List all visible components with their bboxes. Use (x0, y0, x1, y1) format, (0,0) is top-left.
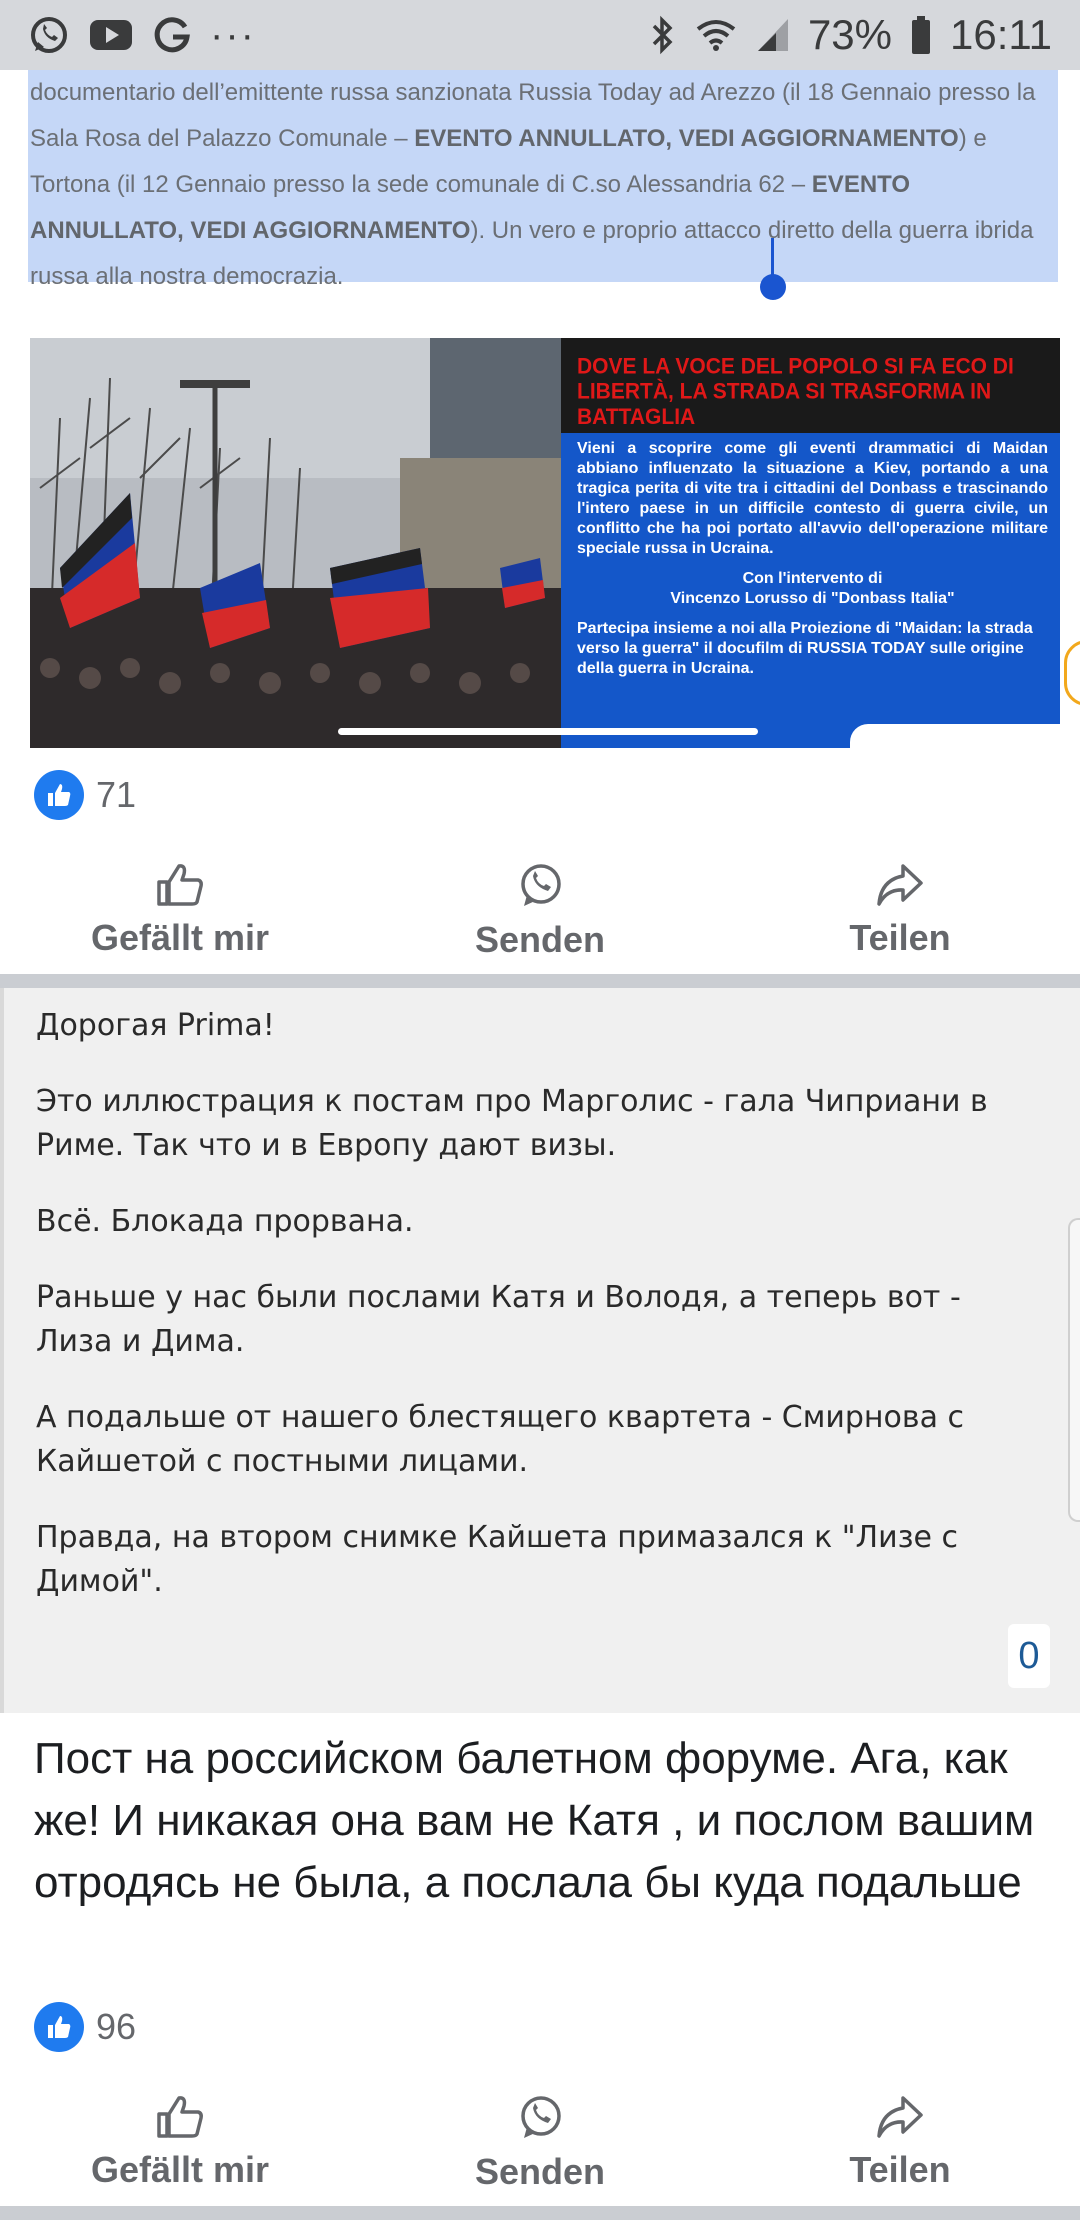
signal-icon (756, 17, 790, 53)
flyer-text: Vieni a scoprire come gli eventi drammat… (577, 440, 1048, 557)
send-button[interactable]: Senden (420, 862, 660, 961)
flyer-speaker: Con l'intervento di Vincenzo Lorusso di … (670, 570, 955, 607)
flyer-body: Vieni a scoprire come gli eventi drammat… (561, 433, 1060, 748)
status-bar: ··· 73% 16:11 (0, 0, 1080, 70)
whatsapp-icon (516, 2094, 564, 2147)
rally-photo (30, 338, 561, 748)
thumbs-up-icon (155, 862, 205, 913)
share-icon (875, 2094, 925, 2145)
like-reaction-icon (34, 770, 84, 820)
bluetooth-icon (650, 15, 676, 55)
whatsapp-icon (516, 862, 564, 915)
flyer-invite: Partecipa insieme a noi alla Proiezione … (577, 620, 1033, 677)
forum-paragraph: Всё. Блокада прорвана. (36, 1204, 414, 1239)
post-action-bar: Gefällt mir Senden Teilen (0, 862, 1080, 972)
battery-icon (910, 15, 932, 55)
forum-reply-count: 0 (1008, 1624, 1050, 1688)
forum-post-text: Дорогая Prima! Это иллюстрация к постам … (36, 988, 1026, 1636)
like-reaction-icon (34, 2002, 84, 2052)
share-button[interactable]: Teilen (780, 2094, 1020, 2191)
like-button[interactable]: Gefällt mir (60, 862, 300, 959)
share-label: Teilen (849, 917, 951, 958)
post-divider (0, 974, 1080, 988)
forum-paragraph: Правда, на втором снимке Кайшета примаза… (36, 1520, 959, 1599)
share-label: Teilen (849, 2149, 951, 2190)
like-count: 71 (96, 774, 137, 815)
like-label: Gefällt mir (90, 2149, 270, 2190)
reaction-summary[interactable]: 96 (34, 2002, 136, 2052)
post-divider (0, 2206, 1080, 2220)
like-count: 96 (96, 2006, 137, 2047)
youtube-icon (88, 17, 134, 53)
thumbs-up-icon (155, 2094, 205, 2145)
status-bar-right: 73% 16:11 (650, 11, 1052, 59)
share-icon (875, 862, 925, 913)
post-image[interactable]: DOVE LA VOCE DEL POPOLO SI FA ECO DI LIB… (30, 338, 1060, 748)
like-button[interactable]: Gefällt mir (60, 2094, 300, 2191)
wifi-icon (694, 17, 738, 53)
article-segment-bold: EVENTO ANNULLATO, VEDI AGGIORNAMENTO (414, 125, 959, 152)
forum-paragraph: Дорогая Prima! (36, 1008, 275, 1043)
like-label: Gefällt mir (90, 917, 270, 958)
reaction-summary[interactable]: 71 (34, 770, 136, 820)
whatsapp-icon (28, 14, 70, 56)
forum-paragraph: Это иллюстрация к постам про Марголис - … (36, 1084, 988, 1163)
post-caption: Пост на российском балетном форуме. Ага,… (34, 1734, 1035, 1907)
shared-article-text[interactable]: documentario dell’emittente russa sanzio… (0, 70, 1080, 300)
send-label: Senden (474, 2151, 606, 2192)
article-paragraph[interactable]: documentario dell’emittente russa sanzio… (30, 70, 1050, 300)
forum-paragraph: А подальше от нашего блестящего квартета… (36, 1400, 964, 1479)
forum-screenshot[interactable]: Дорогая Prima! Это иллюстрация к постам … (0, 988, 1080, 1713)
edge-floating-button[interactable] (1064, 640, 1080, 706)
forum-paragraph: Раньше у нас были послами Катя и Володя,… (36, 1280, 961, 1359)
status-bar-left: ··· (28, 13, 256, 58)
selection-handle[interactable] (760, 274, 786, 300)
image-corner-overlay (850, 724, 1060, 748)
battery-percent: 73% (807, 11, 892, 58)
more-icon: ··· (210, 12, 256, 57)
share-button[interactable]: Teilen (780, 862, 1020, 959)
google-icon (152, 15, 192, 55)
flyer-headline: DOVE LA VOCE DEL POPOLO SI FA ECO DI LIB… (561, 338, 1060, 436)
image-scroll-indicator (338, 728, 758, 735)
post-action-bar: Gefällt mir Senden Teilen (0, 2094, 1080, 2204)
forum-scroll-tab[interactable] (1068, 1218, 1080, 1522)
send-button[interactable]: Senden (420, 2094, 660, 2193)
clock: 16:11 (950, 11, 1052, 58)
send-label: Senden (474, 919, 606, 960)
